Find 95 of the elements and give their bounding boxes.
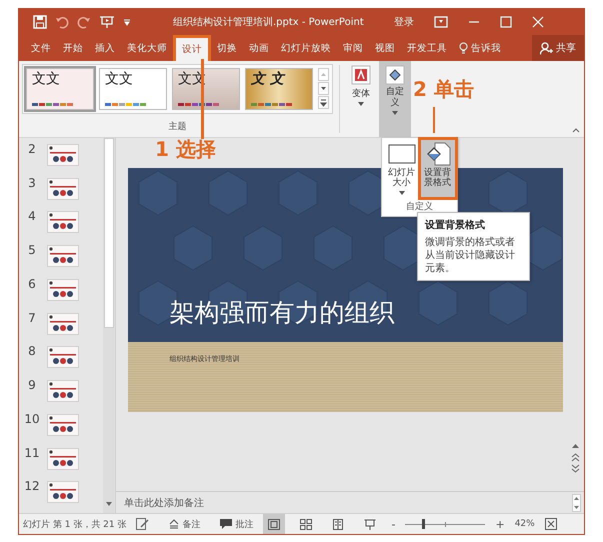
- slide-number: 6: [27, 276, 37, 291]
- slide-thumbnail[interactable]: [47, 144, 79, 166]
- speech-bubble-icon: [220, 519, 232, 529]
- zoom-in-button[interactable]: +: [495, 518, 505, 530]
- lightbulb-icon: [459, 42, 468, 54]
- scroll-up-icon[interactable]: [571, 442, 580, 451]
- slide-number: 7: [27, 310, 37, 325]
- notes-button[interactable]: 备注: [169, 518, 200, 530]
- ribbon-tab[interactable]: 开发工具: [401, 35, 453, 61]
- reading-view-icon: [332, 518, 344, 530]
- ribbon-tab[interactable]: 幻灯片放映: [275, 35, 337, 61]
- notes-scroll-icon[interactable]: [572, 494, 581, 512]
- slide-thumbnail[interactable]: [47, 380, 79, 402]
- slide-number: 8: [27, 344, 37, 358]
- zoom-slider[interactable]: [405, 519, 486, 529]
- slide-number: 12: [23, 479, 41, 494]
- save-icon[interactable]: [33, 15, 47, 29]
- format-background-button[interactable]: 设置背景格式: [420, 140, 454, 197]
- notes-icon: [169, 519, 180, 529]
- theme-thumbnail[interactable]: 文文: [26, 68, 94, 110]
- group-label: 自定义: [406, 200, 433, 214]
- caret-icon: [392, 110, 398, 115]
- zoom-level-button[interactable]: 42%: [514, 519, 535, 529]
- group-label: 主题: [168, 120, 186, 133]
- ribbon-tab[interactable]: 审阅: [337, 35, 369, 61]
- ribbon-tab[interactable]: 插入: [89, 35, 121, 61]
- slide-thumbnail[interactable]: [47, 414, 79, 436]
- paint-bucket-icon: [424, 142, 450, 166]
- normal-view-button[interactable]: [263, 514, 286, 534]
- slide-thumbnail[interactable]: [47, 448, 79, 470]
- window-title: 组织结构设计管理培训.pptx - PowerPoint: [173, 16, 364, 29]
- slide-frame-icon: [388, 142, 416, 166]
- close-icon[interactable]: [532, 16, 544, 28]
- notes-field[interactable]: 单击此处添加备注: [124, 496, 204, 510]
- slideshow-icon[interactable]: [99, 15, 115, 29]
- slide-thumbnail[interactable]: [47, 278, 79, 301]
- slide-title[interactable]: 架构强而有力的组织: [170, 296, 394, 329]
- slide-number: 2: [27, 142, 37, 156]
- share-button[interactable]: 共享: [532, 35, 584, 61]
- slide-counter: 幻灯片 第 1 张，共 21 张: [23, 518, 126, 530]
- slide-number: 5: [27, 243, 37, 258]
- paint-bucket-icon: [385, 65, 405, 85]
- slide-thumbnail[interactable]: [47, 245, 79, 268]
- step-annotation: 1 选择: [155, 136, 216, 163]
- ribbon-tab[interactable]: 切换: [211, 35, 243, 61]
- spelling-check-icon[interactable]: [136, 518, 150, 530]
- scroll-down-icon[interactable]: [318, 82, 329, 95]
- ribbon-tab[interactable]: 开始: [57, 35, 89, 61]
- slide-size-button[interactable]: 幻灯片大小: [384, 140, 418, 197]
- slideshow-view-icon: [364, 518, 376, 530]
- tooltip-text: 微调背景的格式或者从当前设计隐藏设计元素。: [425, 236, 516, 275]
- comments-button[interactable]: 批注: [220, 518, 254, 530]
- slide-thumbnail[interactable]: [47, 178, 79, 200]
- slide-number: 4: [27, 209, 37, 224]
- ribbon-tab[interactable]: 文件: [25, 35, 57, 61]
- slide-thumbnail[interactable]: [47, 346, 79, 368]
- fit-to-window-icon[interactable]: [544, 518, 557, 530]
- caret-icon: [398, 190, 404, 195]
- previous-slide-icon[interactable]: [571, 453, 580, 462]
- slide-number: 3: [27, 176, 37, 190]
- sorter-view-icon: [300, 518, 312, 530]
- variants-button[interactable]: 变体: [346, 61, 376, 137]
- slide-thumbnail[interactable]: [47, 312, 79, 335]
- normal-view-icon: [268, 518, 280, 530]
- slide-number: 11: [23, 446, 41, 460]
- caret-icon[interactable]: [123, 18, 131, 26]
- slide-number: 9: [27, 378, 37, 392]
- slide-number: 10: [23, 412, 41, 426]
- ribbon-tab[interactable]: 视图: [369, 35, 401, 61]
- tooltip-title: 设置背景格式: [425, 218, 486, 232]
- tell-me-field[interactable]: 告诉我: [471, 35, 501, 61]
- sign-in-link[interactable]: 登录: [394, 15, 414, 29]
- redo-icon[interactable]: [77, 15, 91, 29]
- person-add-icon: [540, 42, 553, 54]
- theme-thumbnail[interactable]: 文文: [99, 68, 167, 110]
- undo-icon[interactable]: [55, 15, 69, 29]
- ribbon-tab[interactable]: 动画: [243, 35, 275, 61]
- step-annotation: 2 单击: [413, 76, 474, 103]
- ribbon-tab[interactable]: 美化大师: [121, 35, 173, 61]
- slide-thumbnail[interactable]: [47, 211, 79, 234]
- scrollbar-thumb[interactable]: [104, 138, 114, 328]
- ribbon-display-icon[interactable]: [434, 16, 448, 28]
- collapse-ribbon-icon[interactable]: [572, 127, 580, 133]
- zoom-out-button[interactable]: -: [391, 518, 396, 530]
- ribbon-tab[interactable]: 设计: [173, 35, 211, 61]
- zoom-slider-thumb[interactable]: [422, 519, 426, 529]
- maximize-icon[interactable]: [500, 16, 512, 28]
- theme-thumbnail[interactable]: 文 文: [245, 68, 313, 110]
- slide-thumbnail[interactable]: [47, 481, 79, 504]
- customize-button[interactable]: 自定义: [379, 61, 411, 137]
- next-slide-icon[interactable]: [571, 464, 580, 473]
- more-icon[interactable]: [318, 96, 329, 109]
- leader-line: [433, 107, 435, 133]
- variants-icon: [351, 65, 371, 85]
- caret-icon: [358, 102, 364, 106]
